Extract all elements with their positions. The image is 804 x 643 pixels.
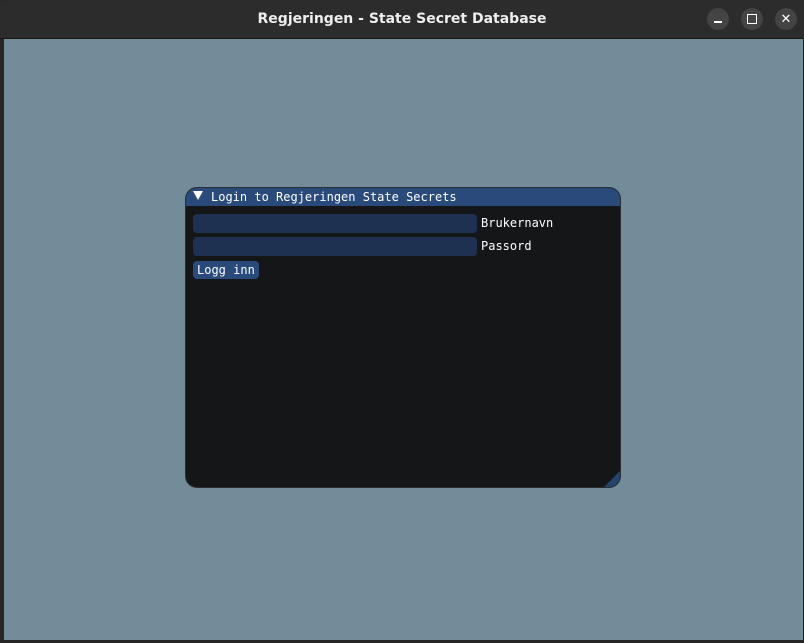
app-window: Regjeringen - State Secret Database ✕ Lo… [0,0,804,643]
login-panel-titlebar[interactable]: Login to Regjeringen State Secrets [186,188,620,206]
login-panel[interactable]: Login to Regjeringen State Secrets Bruke… [185,187,621,488]
close-icon: ✕ [780,12,792,27]
title-bar[interactable]: Regjeringen - State Secret Database ✕ [0,0,804,39]
minimize-icon [714,21,722,23]
resize-grip-icon[interactable] [604,471,620,487]
username-label: Brukernavn [481,216,554,230]
maximize-icon [747,14,757,24]
login-button[interactable]: Logg inn [193,261,259,279]
window-title: Regjeringen - State Secret Database [257,11,547,27]
close-button[interactable]: ✕ [775,8,797,30]
viewport-background: Login to Regjeringen State Secrets Bruke… [4,39,803,640]
login-panel-title: Login to Regjeringen State Secrets [211,190,457,204]
password-label: Passord [481,239,532,253]
password-input[interactable] [193,237,477,256]
collapse-arrow-icon[interactable] [193,191,203,200]
maximize-button[interactable] [741,8,763,30]
username-input[interactable] [193,214,477,233]
minimize-button[interactable] [707,8,729,30]
